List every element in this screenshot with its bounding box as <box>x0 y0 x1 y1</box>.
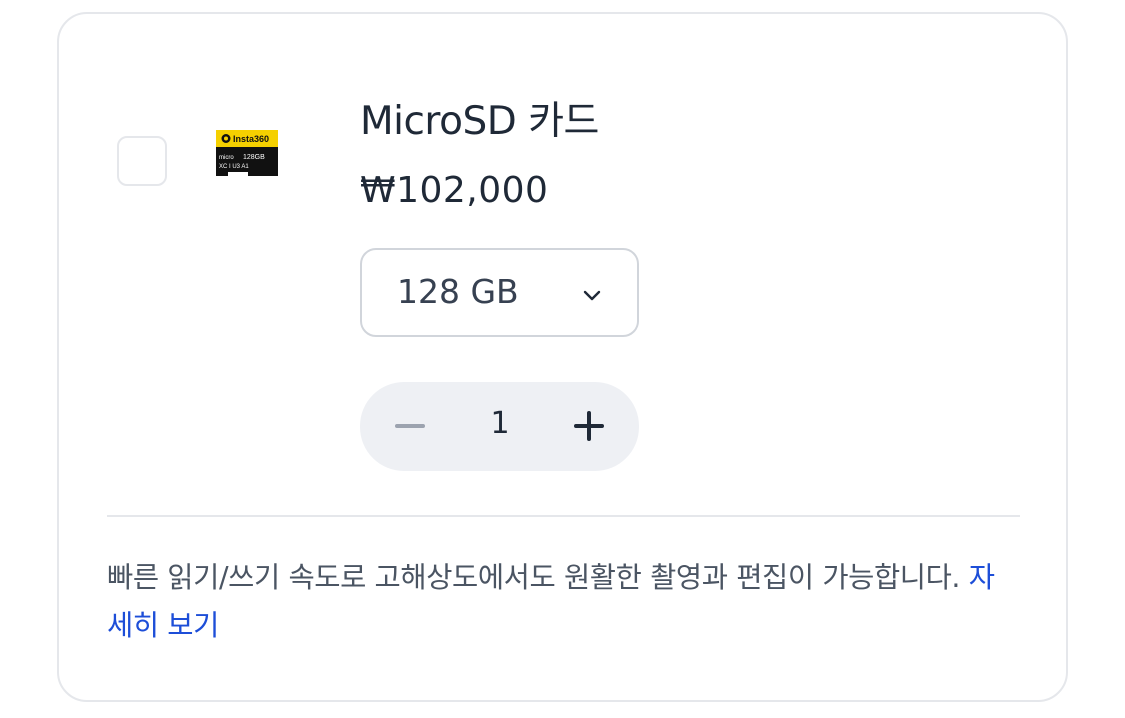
decrease-quantity-button[interactable] <box>390 406 430 446</box>
minus-icon <box>395 424 425 428</box>
quantity-value: 1 <box>490 406 510 441</box>
increase-quantity-button[interactable] <box>569 406 609 446</box>
quantity-stepper: 1 <box>360 382 639 471</box>
svg-text:Insta360: Insta360 <box>233 134 269 144</box>
plus-icon <box>574 411 604 441</box>
product-card: Insta360 128GB micro XC I U3 A1 MicroSD … <box>57 12 1068 702</box>
divider <box>107 515 1020 517</box>
svg-text:128GB: 128GB <box>243 154 265 161</box>
product-name: MicroSD 카드 <box>360 99 599 144</box>
svg-text:micro: micro <box>219 155 234 161</box>
select-checkbox[interactable] <box>117 136 167 186</box>
product-thumbnail: Insta360 128GB micro XC I U3 A1 <box>214 128 280 178</box>
capacity-select[interactable]: 128 GB <box>360 248 639 337</box>
svg-text:XC I U3 A1: XC I U3 A1 <box>219 164 249 170</box>
description-text: 빠른 읽기/쓰기 속도로 고해상도에서도 원활한 촬영과 편집이 가능합니다. <box>107 561 969 594</box>
product-description: 빠른 읽기/쓰기 속도로 고해상도에서도 원활한 촬영과 편집이 가능합니다. … <box>107 554 1017 650</box>
capacity-select-value: 128 GB <box>397 272 519 311</box>
chevron-down-icon <box>583 290 601 301</box>
product-price: ₩102,000 <box>360 170 549 211</box>
microsd-card-icon: Insta360 128GB micro XC I U3 A1 <box>216 130 278 176</box>
